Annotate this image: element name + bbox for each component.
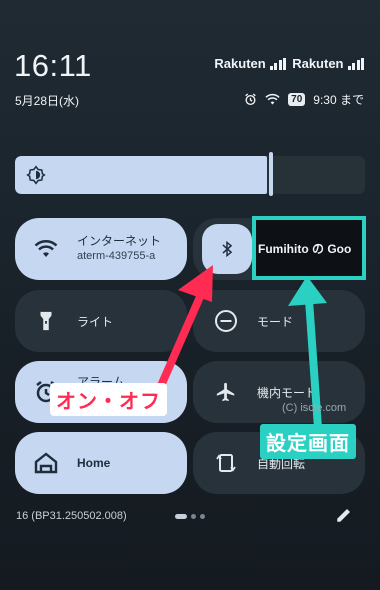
page-indicator[interactable] bbox=[175, 514, 205, 519]
annotation-arrows bbox=[156, 265, 327, 432]
page-dot bbox=[191, 514, 196, 519]
watermark: (C) iscle.com bbox=[282, 402, 347, 414]
onoff-annotation: オン・オフ bbox=[50, 383, 167, 416]
edit-icon[interactable] bbox=[335, 506, 353, 524]
page-dot-active bbox=[175, 514, 187, 519]
red-arrow bbox=[156, 265, 213, 392]
settings-annotation: 設定画面 bbox=[260, 424, 356, 459]
page-dot bbox=[200, 514, 205, 519]
build-number: 16 (BP31.250502.008) bbox=[16, 510, 127, 522]
